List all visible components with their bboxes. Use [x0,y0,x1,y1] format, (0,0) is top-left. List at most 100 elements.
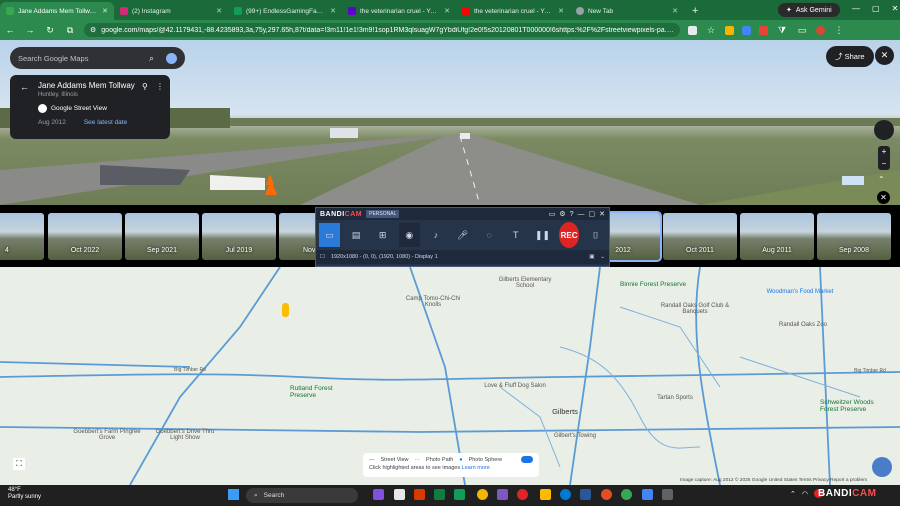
timeline-thumbnail[interactable]: Oct 2011 [663,213,737,260]
microphone-button[interactable]: 🎤︎ [452,223,473,247]
search-input[interactable]: Search Google Maps [18,54,149,63]
chrome-icon[interactable] [621,489,632,500]
timeline-thumbnail[interactable]: Sep 2021 [125,213,199,260]
share-button[interactable]: ⤴ Share [826,46,874,67]
close-tab-icon[interactable]: ✕ [330,7,336,15]
tab-new-tab[interactable]: New Tab ✕ [570,2,684,20]
restore-icon[interactable]: ▢ [589,210,596,218]
checkbox-icon[interactable]: ☐ [320,254,325,260]
tab-instagram[interactable]: (2) Instagram ✕ [114,2,228,20]
zoom-out-icon[interactable]: − [878,158,890,170]
timeline-thumbnail[interactable]: Oct 2022 [48,213,122,260]
webcam-button[interactable]: ◉ [398,223,420,247]
timeline-thumbnail[interactable]: 4 [0,213,44,260]
more-options-icon[interactable]: ⋮ [156,82,164,91]
chrome-icon[interactable] [601,489,612,500]
extension-icon[interactable] [742,25,751,35]
tab-search-icon[interactable]: ⧉ [64,25,76,36]
close-tab-icon[interactable]: ✕ [216,7,222,15]
weather-widget[interactable]: 48°F Partly sunny [8,487,41,501]
extension-icon[interactable] [725,25,734,35]
close-tab-icon[interactable]: ✕ [558,7,564,15]
close-tab-icon[interactable]: ✕ [672,7,678,15]
screenshot-button[interactable]: ⌷ [585,223,606,247]
location-pin-icon[interactable]: ⚲ [142,82,148,91]
capture-options-icon[interactable]: ▣ [589,254,594,260]
search-icon[interactable]: ⌕ [149,53,154,64]
minimize-icon[interactable]: — [578,211,585,218]
windows-start-icon[interactable] [228,489,239,500]
minimize-icon[interactable]: — [852,4,860,13]
search-box[interactable]: Search Google Maps ⌕ [10,47,185,69]
taskbar-app-icon[interactable] [497,489,508,500]
fullscreen-icon[interactable]: ⛶ [13,458,25,470]
speaker-button[interactable]: ♪ [426,223,447,247]
record-button[interactable]: REC [558,222,580,248]
taskbar-app-icon[interactable] [580,489,591,500]
new-tab-button[interactable]: + [684,2,706,20]
cursor-effects-button[interactable]: ◌ [479,223,500,247]
compass-icon[interactable] [874,120,894,140]
close-tab-icon[interactable]: ✕ [102,7,108,15]
chrome-icon[interactable] [477,489,488,500]
site-info-icon[interactable]: ⚙ [90,26,96,34]
taskbar-app-icon[interactable] [662,489,673,500]
reload-icon[interactable]: ↻ [44,25,56,36]
close-street-view-button[interactable]: ✕ [875,46,894,65]
bookmark-star-icon[interactable]: ☆ [705,25,717,36]
expand-up-icon[interactable]: ⌃ [878,175,885,184]
chevron-up-icon[interactable]: ⌃ [790,490,796,498]
map-attribution[interactable]: Image capture: Aug 2012 © 2025 Google Un… [680,478,867,483]
pegman-icon[interactable] [282,303,289,317]
wifi-icon[interactable]: ◠ [802,490,808,498]
timeline-thumbnail[interactable]: Sep 2008 [817,213,891,260]
address-bar[interactable]: ⚙ google.com/maps/@42.1179431,-88.423589… [84,23,680,37]
taskbar-app-icon[interactable] [373,489,384,500]
close-tab-icon[interactable]: ✕ [444,7,450,15]
back-icon[interactable]: ← [4,25,16,35]
game-mode-button[interactable]: ⊞ [372,223,393,247]
maximize-icon[interactable]: ▢ [872,4,880,13]
tab-yahoo-search[interactable]: the veterinarian cruel - Yahoo S ✕ [342,2,456,20]
forward-icon[interactable]: → [24,25,36,35]
settings-icon[interactable]: ⚙ [559,210,565,218]
ask-gemini-button[interactable]: ✦ Ask Gemini [778,3,840,17]
zoom-in-icon[interactable]: + [878,146,890,158]
close-window-icon[interactable]: ✕ [892,4,899,13]
mini-thumbnail[interactable] [842,176,864,185]
learn-more-link[interactable]: Learn more [462,465,490,471]
taskbar-app-icon[interactable] [454,489,465,500]
see-latest-date-link[interactable]: See latest date [84,119,127,126]
file-explorer-icon[interactable] [540,489,551,500]
taskbar-app-icon[interactable] [394,489,405,500]
close-icon[interactable]: ✕ [599,210,605,218]
taskbar-app-icon[interactable] [642,489,653,500]
taskbar-app-icon[interactable] [414,489,425,500]
timeline-thumbnail[interactable]: Aug 2011 [740,213,814,260]
expand-icon[interactable]: ⌄ [600,254,605,260]
sidebar-icon[interactable]: ▭ [796,25,808,36]
globe-icon[interactable] [872,457,892,477]
profile-avatar[interactable] [816,25,825,35]
device-mode-button[interactable]: ▤ [346,223,367,247]
bandicam-taskbar-icon[interactable] [517,489,528,500]
pause-button[interactable]: ❚❚ [532,223,553,247]
taskbar-app-icon[interactable] [434,489,445,500]
extension-icon[interactable] [759,25,768,35]
edge-icon[interactable] [560,489,571,500]
screen-mode-button[interactable]: ▭ [319,223,340,247]
text-overlay-button[interactable]: T [505,223,526,247]
extension-icon[interactable] [688,25,697,35]
help-icon[interactable]: ? [570,211,574,218]
directions-icon[interactable] [166,52,177,64]
puzzle-extensions-icon[interactable]: ⧩ [776,25,788,36]
back-arrow-icon[interactable]: ← [20,82,29,92]
close-timeline-button[interactable]: ✕ [877,191,890,204]
menu-dots-icon[interactable]: ⋮ [833,25,845,36]
folder-icon[interactable]: ▭ [549,210,556,218]
street-view-toggle[interactable] [521,456,533,463]
tab-endlessgaming[interactable]: (99+) EndlessGamingFanProdu ✕ [228,2,342,20]
timeline-thumbnail[interactable]: Jul 2019 [202,213,276,260]
tab-youtube[interactable]: the veterinarian cruel - YouTub ✕ [456,2,570,20]
tab-google-maps[interactable]: Jane Addams Mem Tollway - G ✕ [0,2,114,20]
